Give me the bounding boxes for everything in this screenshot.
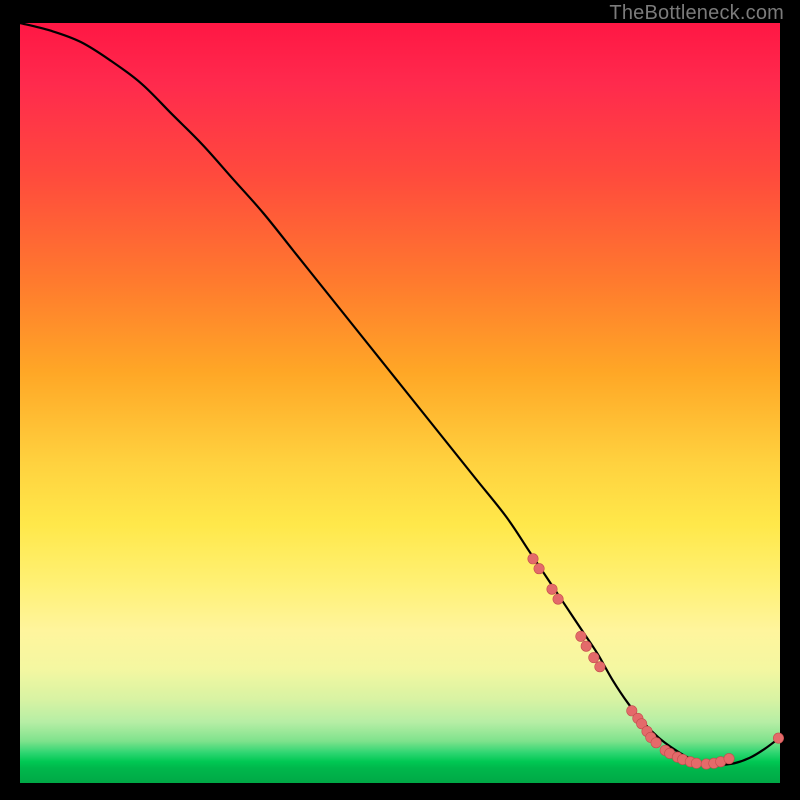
curve-layer: [20, 23, 780, 783]
bottleneck-curve: [20, 23, 780, 765]
chart-frame: TheBottleneck.com: [0, 0, 800, 800]
curve-marker: [553, 594, 563, 604]
plot-area: [20, 23, 780, 783]
curve-marker: [576, 631, 586, 641]
curve-marker: [528, 554, 538, 564]
curve-marker: [534, 563, 544, 573]
curve-markers: [528, 554, 784, 770]
curve-marker: [547, 584, 557, 594]
curve-marker: [773, 733, 783, 743]
curve-marker: [595, 662, 605, 672]
curve-marker: [651, 738, 661, 748]
attribution-text: TheBottleneck.com: [609, 2, 784, 25]
curve-marker: [589, 652, 599, 662]
curve-marker: [724, 753, 734, 763]
curve-marker: [581, 641, 591, 651]
curve-marker: [691, 758, 701, 768]
